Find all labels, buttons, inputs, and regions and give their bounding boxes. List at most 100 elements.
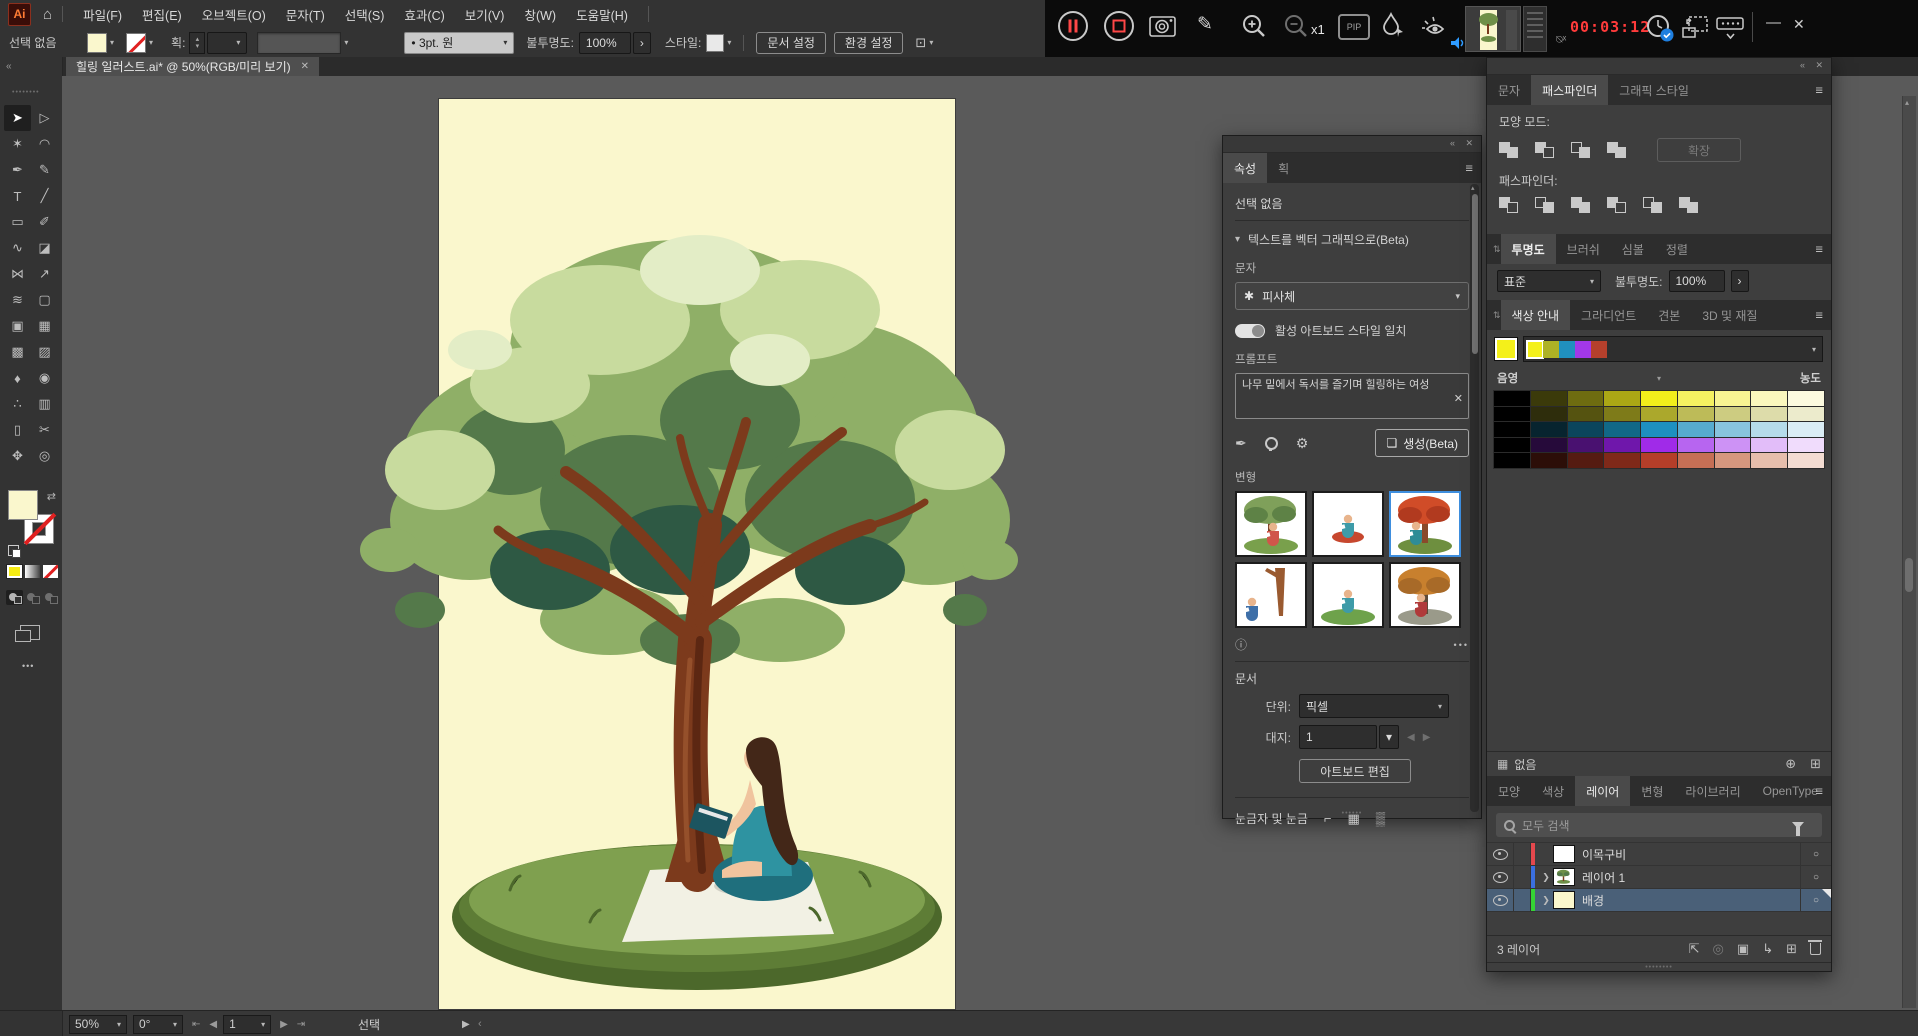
brush-preset-dropdown[interactable]: • 3pt. 원 ▾ [404,31,515,54]
menu-item-5[interactable]: 효과(C) [394,5,454,24]
tab-transform[interactable]: 변형 [1630,776,1674,806]
direct-selection-tool-icon[interactable]: ▷ [31,105,58,131]
pen-tool-icon[interactable]: ✒ [4,157,31,183]
tab-symbols[interactable]: 심볼 [1611,234,1655,264]
filter-icon[interactable] [1792,821,1804,836]
edit-colors-icon[interactable]: ⊕ [1785,756,1796,772]
resize-grip[interactable]: •••••••• [1487,962,1831,971]
tab-align[interactable]: 정렬 [1655,234,1699,264]
make-mask-icon[interactable]: ▣ [1737,941,1749,957]
scroll-up-icon[interactable]: ▴ [1905,98,1909,107]
tab-color[interactable]: 색상 [1531,776,1575,806]
eyedropper-tool-icon[interactable]: ♦ [4,365,31,391]
artboard-number-field[interactable]: 1 [1299,725,1377,749]
tab-appearance[interactable]: 모양 [1487,776,1531,806]
shape-builder-tool-icon[interactable]: ▣ [4,313,31,339]
color-cell-r2c6[interactable] [1714,422,1751,437]
speaker-icon[interactable] [1450,36,1466,50]
screen-preview-thumbnail[interactable] [1465,6,1521,52]
next-artboard-icon[interactable]: ▶ [1423,732,1431,743]
visibility-eye-icon[interactable] [1487,889,1514,911]
stroke-weight-stepper[interactable]: ▴ ▾ [189,31,206,54]
toolbar-options-button[interactable] [1715,16,1745,42]
edit-toolbar-icon[interactable]: ••• [22,661,34,671]
resize-grip[interactable]: •••••• [1342,810,1363,817]
color-cell-r0c0[interactable] [1494,391,1530,406]
match-artboard-style-toggle[interactable] [1235,323,1265,338]
select-similar-icon[interactable]: ⊡ [915,35,926,51]
chevron-down-icon[interactable]: ▾ [727,38,731,47]
harmony-swatch-4[interactable] [1591,340,1607,358]
exclude-icon[interactable] [1607,141,1628,159]
layer-row-배경[interactable]: ❯ 배경 ○ [1487,889,1831,912]
chevron-down-icon[interactable]: ▾ [1812,345,1816,354]
tab-layers[interactable]: 레이어 [1575,776,1631,806]
subject-type-dropdown[interactable]: ✱ 피사체 ▾ [1235,282,1469,310]
color-cell-r3c4[interactable] [1641,437,1677,453]
visibility-eye-icon[interactable] [1487,866,1514,888]
tab-character[interactable]: 문자 [1487,75,1531,105]
color-cell-r4c4[interactable] [1641,453,1677,468]
crop-icon[interactable] [1607,197,1628,214]
color-cell-r0c2[interactable] [1567,391,1604,406]
harmony-swatch-3[interactable] [1575,340,1591,358]
clear-prompt-icon[interactable]: ✕ [1454,392,1463,406]
visibility-eye-icon[interactable] [1487,843,1514,865]
close-icon[interactable]: ✕ [1815,60,1823,71]
menu-item-0[interactable]: 파일(F) [73,5,132,24]
target-circle-icon[interactable]: ○ [1800,866,1831,888]
type-tool-icon[interactable]: T [4,183,31,209]
color-cell-r3c2[interactable] [1567,437,1604,453]
droplet-cursor-button[interactable] [1380,12,1406,40]
locate-object-icon[interactable]: ◎ [1713,941,1724,957]
info-icon[interactable]: ⓘ [1235,636,1247,653]
color-cell-r2c3[interactable] [1604,422,1641,437]
tab-stroke[interactable]: 획 [1267,153,1300,183]
panel-menu-icon[interactable]: ≡ [1815,784,1823,799]
tab-libraries[interactable]: 라이브러리 [1674,776,1751,806]
variation-thumbnail-5[interactable] [1312,562,1384,628]
unite-icon[interactable] [1499,141,1520,159]
panel-menu-icon[interactable]: ≡ [1465,161,1473,176]
opacity-expand-button[interactable]: › [1730,270,1749,292]
color-cell-r4c1[interactable] [1530,453,1567,468]
harmony-swatch-1[interactable] [1543,340,1559,358]
prompt-input[interactable]: 나무 밑에서 독서를 즐기며 힐링하는 여성 ✕ [1235,373,1469,419]
color-cell-r1c5[interactable] [1677,406,1714,422]
document-tab[interactable]: 힐링 일러스트.ai* @ 50%(RGB/미리 보기) ✕ [66,57,320,76]
none-mode-button[interactable] [43,565,58,578]
lasso-tool-icon[interactable]: ◠ [31,131,58,157]
microphone-muted-icon[interactable]: ⍉ˣ [1556,34,1566,47]
menu-item-6[interactable]: 보기(V) [455,5,515,24]
zoom-in-button[interactable] [1241,13,1267,39]
variation-thumbnail-6[interactable] [1389,562,1461,628]
width-tool-icon[interactable]: ≋ [4,287,31,313]
menu-item-7[interactable]: 창(W) [514,5,566,24]
color-cell-r4c7[interactable] [1751,453,1788,468]
graph-tool-icon[interactable]: ▥ [31,391,58,417]
expand-chevron-icon[interactable]: ❯ [1539,872,1553,883]
close-icon[interactable]: ✕ [1465,138,1473,149]
highlight-cursor-button[interactable] [1419,13,1449,39]
lock-cell[interactable] [1514,889,1531,911]
intersect-icon[interactable] [1571,141,1592,159]
minus-back-icon[interactable] [1679,197,1700,214]
eraser-tool-icon[interactable]: ◪ [31,235,58,261]
color-cell-r4c5[interactable] [1677,453,1714,468]
target-circle-icon[interactable]: ○ [1800,889,1831,911]
outline-icon[interactable] [1643,197,1664,214]
delete-layer-icon[interactable] [1808,940,1822,955]
document-setup-button[interactable]: 문서 설정 [756,31,826,54]
illustration-woman-reading-under-tree[interactable] [350,170,1020,1010]
draw-inside-button[interactable] [42,590,59,605]
tab-graphic-styles[interactable]: 그래픽 스타일 [1608,75,1700,105]
panel-scrollbar[interactable]: ▴ [1470,184,1479,812]
edit-artboards-button[interactable]: 아트보드 편집 [1299,759,1411,783]
menu-item-4[interactable]: 선택(S) [335,5,395,24]
collect-for-export-icon[interactable]: ⇱ [1689,941,1700,957]
layer-row-이목구비[interactable]: 이목구비 ○ [1487,843,1831,866]
home-icon[interactable]: ⌂ [43,6,52,23]
variation-thumbnail-4[interactable] [1235,562,1307,628]
color-mode-button[interactable] [6,564,23,579]
color-cell-r4c0[interactable] [1494,453,1530,468]
